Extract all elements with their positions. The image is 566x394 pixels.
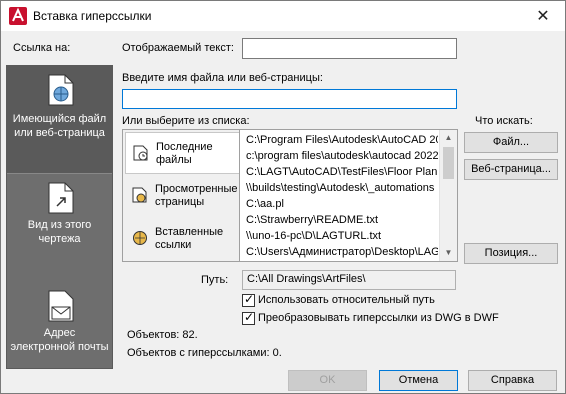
cancel-button[interactable]: Отмена <box>379 370 458 391</box>
list-item[interactable]: \\uno-16-pc\D\LAGTURL.txt <box>246 228 381 244</box>
sidebar-item-existing-file[interactable]: Имеющийся файл или веб-страница <box>7 66 112 174</box>
list-item[interactable]: C:\Strawberry\README.txt <box>246 212 378 228</box>
tab-label: Просмотренные <box>155 183 238 195</box>
list-vertical-scrollbar[interactable]: ▲ ▼ <box>439 130 457 261</box>
link-to-label: Ссылка на: <box>13 42 71 54</box>
browse-web-page-button[interactable]: Веб-страница... <box>464 159 558 180</box>
convert-dwf-label[interactable]: Преобразовывать гиперссылки из DWG в DWF <box>258 312 499 324</box>
autocad-logo-icon <box>9 7 27 25</box>
drawing-view-icon <box>48 182 74 214</box>
file-list-group: Последние файлы Просмотренные страницы В… <box>122 129 458 262</box>
recent-files-list[interactable]: C:\Program Files\Autodesk\AutoCAD 20 c:\… <box>242 130 438 261</box>
display-text-input[interactable] <box>242 38 457 59</box>
link-type-sidebar: Имеющийся файл или веб-страница Вид из э… <box>6 65 113 369</box>
choose-from-list-label: Или выберите из списка: <box>122 115 250 127</box>
tab-browsed-pages[interactable]: Просмотренные страницы <box>125 175 239 217</box>
filename-input[interactable] <box>122 89 457 109</box>
sidebar-item-label: или веб-страница <box>14 127 105 139</box>
list-item[interactable]: c:\program files\autodesk\autocad 2022 <box>246 148 438 164</box>
file-globe-icon <box>48 74 74 106</box>
window-title: Вставка гиперссылки <box>33 9 152 23</box>
sidebar-item-label: чертежа <box>38 233 81 245</box>
checkmark-icon: ✓ <box>244 310 255 324</box>
help-button[interactable]: Справка <box>468 370 557 391</box>
insert-hyperlink-dialog: Вставка гиперссылки ✕ Ссылка на: Имеющий… <box>0 0 566 394</box>
browsed-pages-icon <box>132 187 147 203</box>
tab-label: Последние <box>156 141 213 153</box>
sidebar-item-label: Вид из этого <box>27 219 92 231</box>
objects-count: Объектов: 82. <box>127 329 198 341</box>
list-item[interactable]: \\builds\testing\Autodesk\_automations <box>246 180 434 196</box>
checkmark-icon: ✓ <box>244 292 255 306</box>
browse-for-label: Что искать: <box>475 115 533 127</box>
tab-label: Вставленные <box>155 226 224 238</box>
tab-label: ссылки <box>155 239 192 251</box>
sidebar-item-label: Адрес <box>43 327 76 339</box>
relative-path-label[interactable]: Использовать относительный путь <box>258 294 435 306</box>
sidebar-item-drawing-view[interactable]: Вид из этого чертежа <box>7 174 112 282</box>
tab-label: файлы <box>156 154 192 166</box>
recent-files-icon <box>133 145 148 161</box>
path-field: C:\All Drawings\ArtFiles\ <box>242 270 456 290</box>
sidebar-item-email[interactable]: Адрес электронной почты <box>7 282 112 390</box>
sidebar-item-label: электронной почты <box>10 341 109 353</box>
list-item[interactable]: C:\LAGT\AutoCAD\TestFiles\Floor Plan S <box>246 164 438 180</box>
inserted-links-icon <box>133 231 147 245</box>
filename-label: Введите имя файла или веб-страницы: <box>122 72 323 84</box>
title-bar: Вставка гиперссылки ✕ <box>1 1 565 31</box>
mail-icon <box>48 290 74 322</box>
tab-recent-files[interactable]: Последние файлы <box>125 132 239 174</box>
sidebar-item-label: Имеющийся файл <box>12 113 107 125</box>
close-icon: ✕ <box>536 8 550 25</box>
display-text-label: Отображаемый текст: <box>122 42 234 54</box>
tab-inserted-links[interactable]: Вставленные ссылки <box>125 218 239 260</box>
list-item[interactable]: C:\aa.pl <box>246 196 284 212</box>
scroll-up-icon[interactable]: ▲ <box>440 130 457 146</box>
path-value: C:\All Drawings\ArtFiles\ <box>247 273 366 285</box>
scroll-thumb[interactable] <box>443 147 454 179</box>
list-tabs: Последние файлы Просмотренные страницы В… <box>123 130 240 261</box>
tab-label: страницы <box>155 196 205 208</box>
scroll-down-icon[interactable]: ▼ <box>440 245 457 261</box>
path-label: Путь: <box>201 274 229 286</box>
convert-dwf-checkbox[interactable]: ✓ <box>242 310 255 325</box>
objects-with-links-count: Объектов с гиперссылками: 0. <box>127 347 282 359</box>
close-button[interactable]: ✕ <box>521 1 565 31</box>
list-item[interactable]: C:\Program Files\Autodesk\AutoCAD 20 <box>246 132 438 148</box>
list-item[interactable]: C:\Users\Администратор\Desktop\LAG <box>246 244 438 260</box>
target-position-button[interactable]: Позиция... <box>464 243 558 264</box>
browse-file-button[interactable]: Файл... <box>464 132 558 153</box>
ok-button[interactable]: OK <box>288 370 367 391</box>
relative-path-checkbox[interactable]: ✓ <box>242 292 255 307</box>
